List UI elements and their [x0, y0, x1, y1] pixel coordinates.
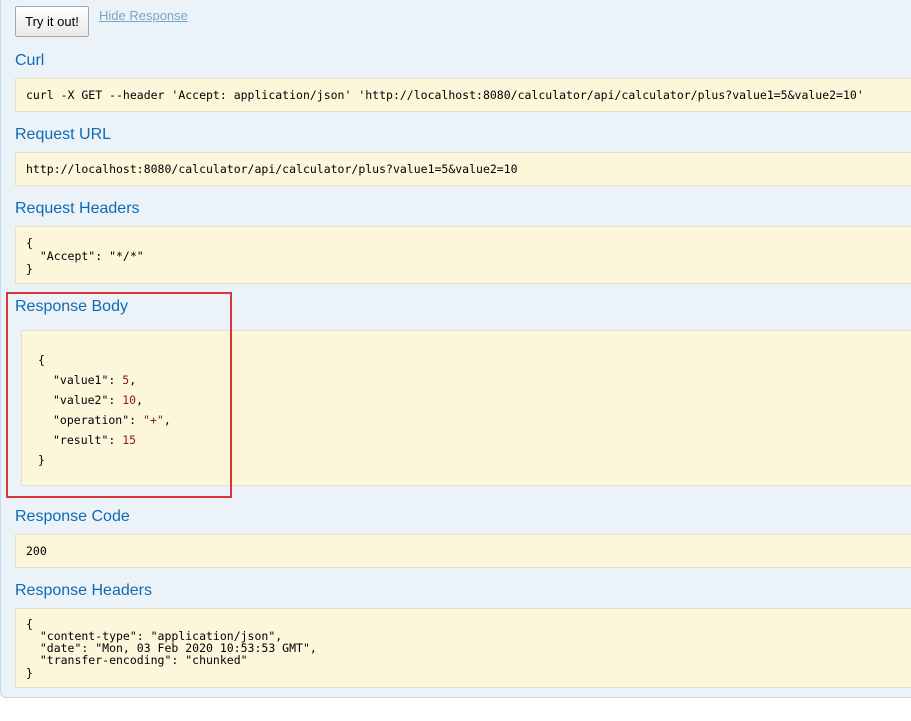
request-headers-heading: Request Headers [15, 200, 140, 217]
json-tail: , [129, 373, 137, 387]
json-sep: : [108, 393, 123, 407]
json-close-brace: } [38, 453, 45, 467]
response-code-heading: Response Code [15, 508, 130, 525]
response-headers-line: } [26, 666, 33, 680]
curl-block: curl -X GET --header 'Accept: applicatio… [15, 78, 911, 112]
curl-heading: Curl [15, 52, 45, 69]
hide-response-link[interactable]: Hide Response [99, 8, 188, 23]
request-headers-block: { "Accept": "*/*" } [15, 226, 911, 284]
request-url-block: http://localhost:8080/calculator/api/cal… [15, 152, 911, 186]
request-url-value: http://localhost:8080/calculator/api/cal… [26, 162, 518, 176]
json-field-operation: "operation": "+", [53, 413, 171, 427]
request-headers-line: { [26, 236, 33, 250]
request-headers-line: "Accept": "*/*" [26, 249, 144, 263]
json-key: "operation" [53, 413, 130, 427]
response-headers-block: { "content-type": "application/json", "d… [15, 608, 911, 688]
json-tail: , [163, 413, 171, 427]
try-it-out-button[interactable]: Try it out! [15, 6, 89, 37]
json-field-value2: "value2": 10, [53, 393, 143, 407]
response-panel: Try it out! Hide Response Curl curl -X G… [0, 0, 911, 698]
json-field-value1: "value1": 5, [53, 373, 136, 387]
json-value: 15 [122, 433, 137, 447]
response-body-heading: Response Body [15, 298, 128, 315]
response-headers-line: "transfer-encoding": "chunked" [26, 653, 248, 667]
json-value: 10 [122, 393, 137, 407]
json-sep: : [108, 373, 123, 387]
request-headers-line: } [26, 262, 33, 276]
response-body-block: { "value1": 5, "value2": 10, "operation"… [21, 330, 911, 486]
response-headers-heading: Response Headers [15, 582, 152, 599]
json-open-brace: { [38, 353, 45, 367]
curl-command: curl -X GET --header 'Accept: applicatio… [26, 88, 864, 102]
json-key: "result" [53, 433, 109, 447]
json-field-result: "result": 15 [53, 433, 136, 447]
json-sep: : [129, 413, 144, 427]
json-sep: : [108, 433, 123, 447]
json-value: "+" [143, 413, 164, 427]
json-key: "value2" [53, 393, 109, 407]
json-tail: , [136, 393, 144, 407]
response-code-block: 200 [15, 534, 911, 568]
json-key: "value1" [53, 373, 109, 387]
response-code-value: 200 [26, 544, 47, 558]
request-url-heading: Request URL [15, 126, 112, 143]
